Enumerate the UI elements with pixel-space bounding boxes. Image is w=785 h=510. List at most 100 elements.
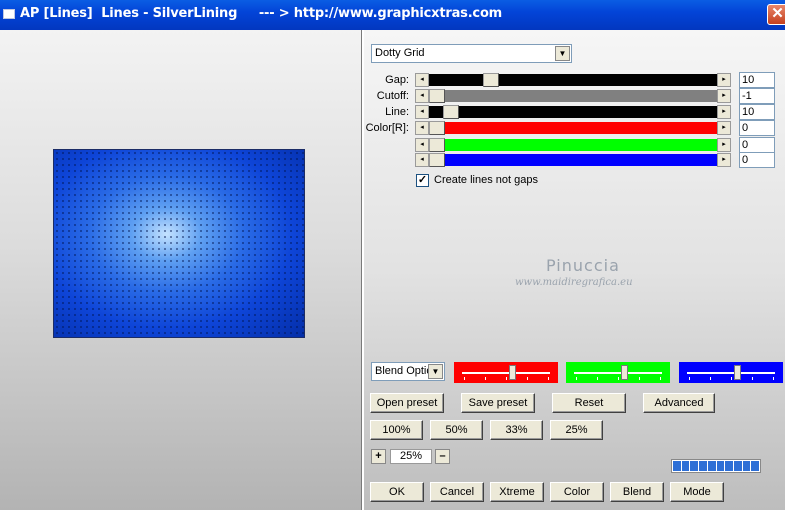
slider-value-field[interactable]: 0 xyxy=(739,137,775,153)
slider-track[interactable] xyxy=(429,90,717,102)
save-preset-button[interactable]: Save preset xyxy=(461,393,535,413)
watermark-site: www.maidiregrafica.eu xyxy=(515,277,633,288)
slider-value-field[interactable]: 10 xyxy=(739,72,775,88)
progress-segment xyxy=(699,461,707,471)
arrow-left-icon[interactable]: ◂ xyxy=(415,105,429,119)
color-button[interactable]: Color xyxy=(550,482,604,502)
slider[interactable]: ◂ ▸ xyxy=(415,73,731,87)
progress-segment xyxy=(707,461,716,471)
chevron-down-icon[interactable]: ▼ xyxy=(555,46,570,61)
slider-track[interactable] xyxy=(429,74,717,86)
progress-segment xyxy=(690,461,699,471)
arrow-left-icon[interactable]: ◂ xyxy=(415,138,429,152)
slider[interactable]: ◂ ▸ xyxy=(415,121,731,135)
slider[interactable]: ◂ ▸ xyxy=(415,138,731,152)
blend-slider-track xyxy=(462,372,550,374)
slider-thumb[interactable] xyxy=(483,73,499,87)
blend-slider[interactable] xyxy=(679,362,783,383)
progress-segment xyxy=(681,461,690,471)
arrow-right-icon[interactable]: ▸ xyxy=(717,89,731,103)
blend-slider-tick xyxy=(773,377,774,380)
slider-label: Line: xyxy=(385,106,409,118)
blend-slider-tick xyxy=(689,377,690,380)
pane-divider[interactable] xyxy=(361,30,363,510)
slider-value-field[interactable]: 10 xyxy=(739,104,775,120)
zoom-25-button[interactable]: 25% xyxy=(550,420,603,440)
blend-slider-tick xyxy=(752,377,753,380)
chevron-down-icon[interactable]: ▼ xyxy=(428,364,443,379)
slider-label: Gap: xyxy=(385,74,409,86)
progress-indicator xyxy=(671,459,761,473)
slider-track[interactable] xyxy=(429,122,717,134)
progress-segment xyxy=(725,461,733,471)
slider-value-field[interactable]: -1 xyxy=(739,88,775,104)
preview-image xyxy=(53,149,305,338)
arrow-right-icon[interactable]: ▸ xyxy=(717,121,731,135)
close-button[interactable]: ✕ xyxy=(767,4,785,25)
slider-thumb[interactable] xyxy=(429,153,445,167)
slider-thumb[interactable] xyxy=(443,105,459,119)
arrow-right-icon[interactable]: ▸ xyxy=(717,153,731,167)
xtreme-button[interactable]: Xtreme xyxy=(490,482,544,502)
blend-slider-tick xyxy=(485,377,486,380)
blend-slider-tick xyxy=(548,377,549,380)
blend-slider-tick xyxy=(576,377,577,380)
watermark-name: Pinuccia xyxy=(546,256,620,275)
arrow-left-icon[interactable]: ◂ xyxy=(415,73,429,87)
preset-dropdown[interactable]: Dotty Grid ▼ xyxy=(371,44,572,63)
slider-track[interactable] xyxy=(429,154,717,166)
advanced-button[interactable]: Advanced xyxy=(643,393,715,413)
progress-segment xyxy=(716,461,725,471)
slider-track[interactable] xyxy=(429,106,717,118)
cancel-button[interactable]: Cancel xyxy=(430,482,484,502)
blend-slider-tick xyxy=(527,377,528,380)
mode-button[interactable]: Mode xyxy=(670,482,724,502)
blend-slider-tick xyxy=(464,377,465,380)
blend-slider[interactable] xyxy=(566,362,670,383)
blend-slider-tick xyxy=(506,377,507,380)
slider-value-field[interactable]: 0 xyxy=(739,120,775,136)
progress-segment xyxy=(742,461,751,471)
blend-slider-thumb[interactable] xyxy=(621,365,628,380)
blend-options-dropdown[interactable]: Blend Optio ▼ xyxy=(371,362,445,381)
slider-thumb[interactable] xyxy=(429,89,445,103)
progress-segment xyxy=(733,461,742,471)
arrow-right-icon[interactable]: ▸ xyxy=(717,105,731,119)
reset-button[interactable]: Reset xyxy=(552,393,626,413)
blend-options-value: Blend Optio xyxy=(375,365,433,377)
slider-value-field[interactable]: 0 xyxy=(739,152,775,168)
zoom-out-button[interactable]: – xyxy=(435,449,450,464)
zoom-100-button[interactable]: 100% xyxy=(370,420,423,440)
arrow-left-icon[interactable]: ◂ xyxy=(415,89,429,103)
title-bar: AP [Lines] Lines - SilverLining --- > ht… xyxy=(0,0,785,30)
zoom-50-button[interactable]: 50% xyxy=(430,420,483,440)
preset-dropdown-value: Dotty Grid xyxy=(375,47,425,59)
open-preset-button[interactable]: Open preset xyxy=(370,393,444,413)
slider-thumb[interactable] xyxy=(429,121,445,135)
zoom-level-field[interactable]: 25% xyxy=(390,449,432,464)
blend-slider-track xyxy=(574,372,662,374)
progress-segment xyxy=(751,461,760,471)
ok-button[interactable]: OK xyxy=(370,482,424,502)
slider[interactable]: ◂ ▸ xyxy=(415,89,731,103)
checkmark-icon: ✓ xyxy=(417,174,428,186)
slider[interactable]: ◂ ▸ xyxy=(415,153,731,167)
slider-thumb[interactable] xyxy=(429,138,445,152)
slider[interactable]: ◂ ▸ xyxy=(415,105,731,119)
create-lines-checkbox[interactable]: ✓ xyxy=(416,174,429,187)
zoom-in-button[interactable]: + xyxy=(371,449,386,464)
blend-slider[interactable] xyxy=(454,362,558,383)
arrow-left-icon[interactable]: ◂ xyxy=(415,121,429,135)
blend-slider-tick xyxy=(597,377,598,380)
arrow-left-icon[interactable]: ◂ xyxy=(415,153,429,167)
window-title: AP [Lines] Lines - SilverLining --- > ht… xyxy=(20,6,503,21)
blend-slider-thumb[interactable] xyxy=(509,365,516,380)
blend-button[interactable]: Blend xyxy=(610,482,664,502)
blend-slider-tick xyxy=(731,377,732,380)
zoom-33-button[interactable]: 33% xyxy=(490,420,543,440)
blend-slider-tick xyxy=(618,377,619,380)
blend-slider-thumb[interactable] xyxy=(734,365,741,380)
arrow-right-icon[interactable]: ▸ xyxy=(717,138,731,152)
slider-track[interactable] xyxy=(429,139,717,151)
arrow-right-icon[interactable]: ▸ xyxy=(717,73,731,87)
